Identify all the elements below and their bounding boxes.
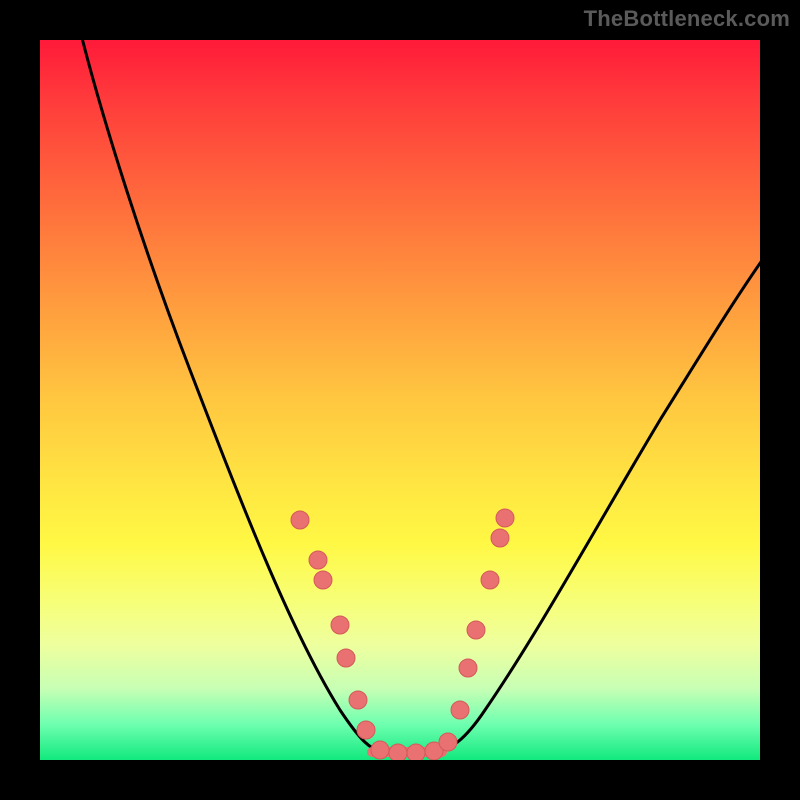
data-point xyxy=(331,616,349,634)
data-point xyxy=(357,721,375,739)
chart-svg xyxy=(40,40,760,760)
marker-group xyxy=(291,509,514,760)
data-point xyxy=(481,571,499,589)
data-point xyxy=(439,733,457,751)
chart-plot-area xyxy=(40,40,760,760)
watermark-text: TheBottleneck.com xyxy=(584,6,790,32)
bottleneck-curve xyxy=(80,40,760,753)
data-point xyxy=(496,509,514,527)
data-point xyxy=(491,529,509,547)
data-point xyxy=(291,511,309,529)
data-point xyxy=(467,621,485,639)
data-point xyxy=(451,701,469,719)
data-point xyxy=(349,691,367,709)
data-point xyxy=(459,659,477,677)
data-point xyxy=(371,741,389,759)
data-point xyxy=(407,744,425,760)
data-point xyxy=(314,571,332,589)
data-point xyxy=(337,649,355,667)
data-point xyxy=(389,744,407,760)
data-point xyxy=(309,551,327,569)
